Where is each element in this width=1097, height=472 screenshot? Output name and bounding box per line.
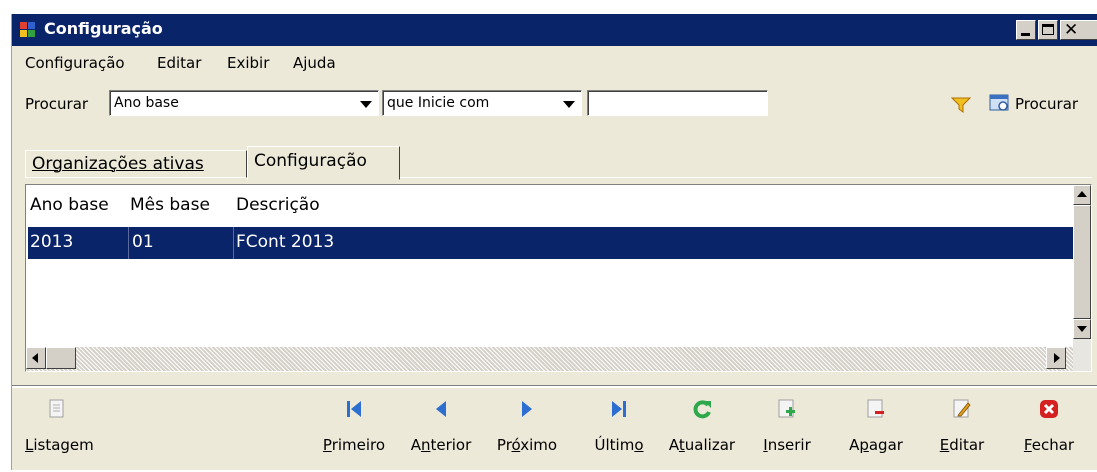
column-header-ano-base[interactable]: Ano base — [30, 195, 109, 215]
previous-record-icon — [436, 401, 446, 417]
cell-ano-base: 2013 — [30, 232, 74, 252]
listagem-button[interactable]: Listagem — [22, 388, 102, 472]
configuracao-window: Configuração ✕ Configuração Editar Exibi… — [11, 14, 1097, 470]
arrow-right-icon — [1054, 353, 1060, 363]
inserir-button[interactable]: Inserir — [754, 388, 820, 472]
scroll-up-button[interactable] — [1073, 185, 1091, 205]
last-record-icon — [612, 401, 626, 417]
cell-descricao: FCont 2013 — [236, 232, 335, 252]
arrow-up-icon — [1077, 191, 1087, 197]
tab-strip: Organizações ativas Configuração — [12, 136, 1097, 186]
chevron-down-icon — [563, 101, 575, 108]
column-header-mes-base[interactable]: Mês base — [130, 195, 210, 215]
edit-icon — [953, 399, 971, 418]
close-icon: ✕ — [1064, 20, 1079, 40]
menu-exibir[interactable]: Exibir — [227, 54, 269, 72]
minimize-button[interactable] — [1016, 20, 1036, 40]
proximo-button[interactable]: Próximo — [486, 388, 568, 472]
menu-editar[interactable]: Editar — [157, 54, 201, 72]
arrow-down-icon — [1077, 326, 1087, 332]
horizontal-scroll-thumb[interactable] — [46, 347, 76, 369]
atualizar-button[interactable]: Atualizar — [660, 388, 744, 472]
scroll-right-button[interactable] — [1046, 347, 1066, 369]
bottom-toolbar: Listagem Primeiro Anterior Próximo Últim — [12, 386, 1097, 472]
search-condition-select[interactable]: que Inicie com — [382, 90, 582, 116]
menu-bar: Configuração Editar Exibir Ajuda — [12, 46, 1097, 76]
arrow-left-icon — [32, 353, 38, 363]
first-record-icon — [347, 401, 361, 417]
window-title: Configuração — [44, 19, 163, 38]
vertical-scrollbar[interactable] — [1073, 185, 1091, 371]
search-bar: Procurar Ano base que Inicie com Procura… — [12, 84, 1097, 118]
tab-organizacoes-ativas[interactable]: Organizações ativas — [25, 150, 247, 178]
menu-configuracao[interactable]: Configuração — [25, 54, 125, 72]
document-icon — [49, 399, 64, 418]
app-icon — [20, 22, 36, 38]
data-grid: Ano base Mês base Descrição 2013 01 FCon… — [25, 184, 1092, 372]
fechar-button[interactable]: Fechar — [1016, 388, 1082, 472]
tab-configuracao[interactable]: Configuração — [247, 146, 400, 180]
chevron-down-icon — [360, 101, 372, 108]
search-icon — [989, 94, 1009, 111]
refresh-icon — [693, 400, 711, 419]
title-bar[interactable]: Configuração ✕ — [12, 14, 1097, 46]
apagar-button[interactable]: Apagar — [840, 388, 912, 472]
search-text-input[interactable] — [587, 90, 768, 116]
insert-icon — [778, 399, 795, 418]
maximize-icon — [1042, 24, 1054, 35]
search-button[interactable]: Procurar — [989, 90, 1097, 116]
filter-icon[interactable] — [951, 96, 971, 114]
next-record-icon — [522, 401, 532, 417]
close-icon — [1040, 400, 1058, 418]
maximize-button[interactable] — [1038, 20, 1058, 40]
minimize-icon — [1021, 33, 1030, 36]
anterior-button[interactable]: Anterior — [400, 388, 482, 472]
delete-icon — [867, 399, 884, 418]
search-label: Procurar — [25, 95, 89, 113]
editar-button[interactable]: Editar — [932, 388, 992, 472]
horizontal-scrollbar[interactable] — [26, 347, 1073, 371]
cell-mes-base: 01 — [132, 232, 154, 252]
primeiro-button[interactable]: Primeiro — [316, 388, 392, 472]
scroll-down-button[interactable] — [1073, 319, 1091, 339]
column-header-descricao[interactable]: Descrição — [236, 195, 320, 215]
search-field-value: Ano base — [114, 95, 179, 111]
search-field-select[interactable]: Ano base — [109, 90, 379, 116]
close-window-button[interactable]: ✕ — [1060, 20, 1097, 40]
scroll-left-button[interactable] — [26, 347, 46, 369]
vertical-scroll-thumb[interactable] — [1073, 205, 1091, 319]
search-button-label: Procurar — [1015, 95, 1079, 113]
ultimo-button[interactable]: Último — [584, 388, 654, 472]
search-condition-value: que Inicie com — [387, 95, 490, 111]
table-row[interactable]: 2013 01 FCont 2013 — [28, 227, 1073, 259]
menu-ajuda[interactable]: Ajuda — [293, 54, 336, 72]
